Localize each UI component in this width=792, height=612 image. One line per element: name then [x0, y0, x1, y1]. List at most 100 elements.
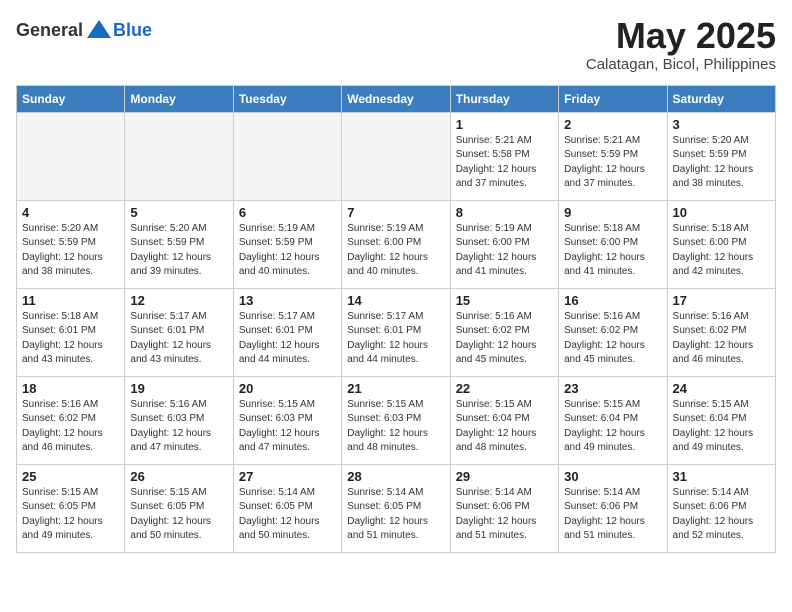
day-number: 13	[239, 293, 336, 308]
title-block: May 2025 Calatagan, Bicol, Philippines	[586, 16, 776, 73]
day-info: Sunrise: 5:14 AM Sunset: 6:05 PM Dayligh…	[347, 486, 444, 544]
day-number: 4	[22, 205, 119, 220]
day-info: Sunrise: 5:14 AM Sunset: 6:06 PM Dayligh…	[673, 486, 770, 544]
day-number: 30	[564, 469, 661, 484]
day-number: 27	[239, 469, 336, 484]
calendar-day-cell: 24Sunrise: 5:15 AM Sunset: 6:04 PM Dayli…	[667, 376, 775, 464]
day-info: Sunrise: 5:19 AM Sunset: 5:59 PM Dayligh…	[239, 222, 336, 280]
day-info: Sunrise: 5:14 AM Sunset: 6:06 PM Dayligh…	[564, 486, 661, 544]
calendar-day-cell	[233, 112, 341, 200]
calendar-header-cell: Friday	[559, 85, 667, 112]
location-title: Calatagan, Bicol, Philippines	[586, 56, 776, 73]
calendar-day-cell: 1 Sunrise: 5:21 AM Sunset: 5:58 PM Daylig…	[450, 112, 558, 200]
day-number: 24	[673, 381, 770, 396]
calendar-header-cell: Thursday	[450, 85, 558, 112]
calendar-day-cell: 5Sunrise: 5:20 AM Sunset: 5:59 PM Daylig…	[125, 200, 233, 288]
day-info: Sunrise: 5:17 AM Sunset: 6:01 PM Dayligh…	[239, 310, 336, 368]
calendar-day-cell: 27 Sunrise: 5:14 AM Sunset: 6:05 PM Dayli…	[233, 464, 341, 552]
day-info: Sunrise: 5:14 AM Sunset: 6:05 PM Dayligh…	[239, 486, 336, 544]
calendar-day-cell: 3Sunrise: 5:20 AM Sunset: 5:59 PM Daylig…	[667, 112, 775, 200]
calendar-day-cell: 10 Sunrise: 5:18 AM Sunset: 6:00 PM Dayli…	[667, 200, 775, 288]
calendar-day-cell: 8 Sunrise: 5:19 AM Sunset: 6:00 PM Daylig…	[450, 200, 558, 288]
day-number: 25	[22, 469, 119, 484]
day-info: Sunrise: 5:20 AM Sunset: 5:59 PM Dayligh…	[22, 222, 119, 280]
logo-general: General	[16, 20, 83, 41]
calendar-day-cell: 4 Sunrise: 5:20 AM Sunset: 5:59 PM Daylig…	[17, 200, 125, 288]
day-number: 18	[22, 381, 119, 396]
calendar-day-cell: 19Sunrise: 5:16 AM Sunset: 6:03 PM Dayli…	[125, 376, 233, 464]
day-number: 15	[456, 293, 553, 308]
day-number: 11	[22, 293, 119, 308]
calendar-header-cell: Sunday	[17, 85, 125, 112]
day-info: Sunrise: 5:16 AM Sunset: 6:02 PM Dayligh…	[673, 310, 770, 368]
logo-blue: Blue	[113, 20, 152, 41]
calendar-day-cell	[125, 112, 233, 200]
day-info: Sunrise: 5:15 AM Sunset: 6:03 PM Dayligh…	[347, 398, 444, 456]
day-number: 21	[347, 381, 444, 396]
logo: General Blue	[16, 16, 152, 44]
calendar-day-cell: 23 Sunrise: 5:15 AM Sunset: 6:04 PM Dayli…	[559, 376, 667, 464]
calendar-header-cell: Monday	[125, 85, 233, 112]
day-number: 8	[456, 205, 553, 220]
day-number: 2	[564, 117, 661, 132]
logo-icon	[85, 16, 113, 44]
day-number: 26	[130, 469, 227, 484]
day-number: 12	[130, 293, 227, 308]
page-header: General Blue May 2025 Calatagan, Bicol, …	[16, 16, 776, 73]
calendar-header-row: SundayMondayTuesdayWednesdayThursdayFrid…	[17, 85, 776, 112]
calendar-day-cell: 11 Sunrise: 5:18 AM Sunset: 6:01 PM Dayli…	[17, 288, 125, 376]
day-number: 23	[564, 381, 661, 396]
day-number: 9	[564, 205, 661, 220]
calendar-body: 1 Sunrise: 5:21 AM Sunset: 5:58 PM Daylig…	[17, 112, 776, 552]
calendar-day-cell: 21 Sunrise: 5:15 AM Sunset: 6:03 PM Dayli…	[342, 376, 450, 464]
day-info: Sunrise: 5:21 AM Sunset: 5:58 PM Dayligh…	[456, 134, 553, 192]
day-info: Sunrise: 5:14 AM Sunset: 6:06 PM Dayligh…	[456, 486, 553, 544]
day-number: 6	[239, 205, 336, 220]
day-number: 29	[456, 469, 553, 484]
calendar-week-row: 11 Sunrise: 5:18 AM Sunset: 6:01 PM Dayli…	[17, 288, 776, 376]
day-info: Sunrise: 5:18 AM Sunset: 6:01 PM Dayligh…	[22, 310, 119, 368]
day-number: 20	[239, 381, 336, 396]
day-number: 28	[347, 469, 444, 484]
calendar-header-cell: Wednesday	[342, 85, 450, 112]
day-info: Sunrise: 5:15 AM Sunset: 6:05 PM Dayligh…	[22, 486, 119, 544]
day-info: Sunrise: 5:20 AM Sunset: 5:59 PM Dayligh…	[130, 222, 227, 280]
day-number: 22	[456, 381, 553, 396]
calendar-day-cell: 20Sunrise: 5:15 AM Sunset: 6:03 PM Dayli…	[233, 376, 341, 464]
calendar-day-cell: 29 Sunrise: 5:14 AM Sunset: 6:06 PM Dayli…	[450, 464, 558, 552]
day-number: 10	[673, 205, 770, 220]
calendar-header-cell: Tuesday	[233, 85, 341, 112]
calendar-day-cell: 13 Sunrise: 5:17 AM Sunset: 6:01 PM Dayli…	[233, 288, 341, 376]
calendar-day-cell: 7Sunrise: 5:19 AM Sunset: 6:00 PM Daylig…	[342, 200, 450, 288]
calendar-day-cell: 16Sunrise: 5:16 AM Sunset: 6:02 PM Dayli…	[559, 288, 667, 376]
calendar-week-row: 1 Sunrise: 5:21 AM Sunset: 5:58 PM Daylig…	[17, 112, 776, 200]
day-info: Sunrise: 5:21 AM Sunset: 5:59 PM Dayligh…	[564, 134, 661, 192]
day-number: 19	[130, 381, 227, 396]
day-info: Sunrise: 5:18 AM Sunset: 6:00 PM Dayligh…	[673, 222, 770, 280]
calendar-header-cell: Saturday	[667, 85, 775, 112]
calendar-day-cell	[17, 112, 125, 200]
day-number: 31	[673, 469, 770, 484]
calendar-day-cell: 9 Sunrise: 5:18 AM Sunset: 6:00 PM Daylig…	[559, 200, 667, 288]
day-info: Sunrise: 5:15 AM Sunset: 6:05 PM Dayligh…	[130, 486, 227, 544]
calendar-day-cell: 15 Sunrise: 5:16 AM Sunset: 6:02 PM Dayli…	[450, 288, 558, 376]
day-info: Sunrise: 5:16 AM Sunset: 6:02 PM Dayligh…	[456, 310, 553, 368]
calendar-day-cell: 18 Sunrise: 5:16 AM Sunset: 6:02 PM Dayli…	[17, 376, 125, 464]
day-info: Sunrise: 5:15 AM Sunset: 6:04 PM Dayligh…	[456, 398, 553, 456]
calendar-day-cell: 22 Sunrise: 5:15 AM Sunset: 6:04 PM Dayli…	[450, 376, 558, 464]
day-number: 17	[673, 293, 770, 308]
day-info: Sunrise: 5:15 AM Sunset: 6:04 PM Dayligh…	[564, 398, 661, 456]
day-info: Sunrise: 5:16 AM Sunset: 6:02 PM Dayligh…	[564, 310, 661, 368]
day-info: Sunrise: 5:19 AM Sunset: 6:00 PM Dayligh…	[456, 222, 553, 280]
day-info: Sunrise: 5:19 AM Sunset: 6:00 PM Dayligh…	[347, 222, 444, 280]
calendar-day-cell: 2 Sunrise: 5:21 AM Sunset: 5:59 PM Daylig…	[559, 112, 667, 200]
calendar-week-row: 4 Sunrise: 5:20 AM Sunset: 5:59 PM Daylig…	[17, 200, 776, 288]
calendar-day-cell: 14Sunrise: 5:17 AM Sunset: 6:01 PM Dayli…	[342, 288, 450, 376]
calendar-week-row: 18 Sunrise: 5:16 AM Sunset: 6:02 PM Dayli…	[17, 376, 776, 464]
day-number: 1	[456, 117, 553, 132]
day-info: Sunrise: 5:17 AM Sunset: 6:01 PM Dayligh…	[130, 310, 227, 368]
day-number: 3	[673, 117, 770, 132]
day-info: Sunrise: 5:16 AM Sunset: 6:02 PM Dayligh…	[22, 398, 119, 456]
day-info: Sunrise: 5:18 AM Sunset: 6:00 PM Dayligh…	[564, 222, 661, 280]
calendar-day-cell	[342, 112, 450, 200]
